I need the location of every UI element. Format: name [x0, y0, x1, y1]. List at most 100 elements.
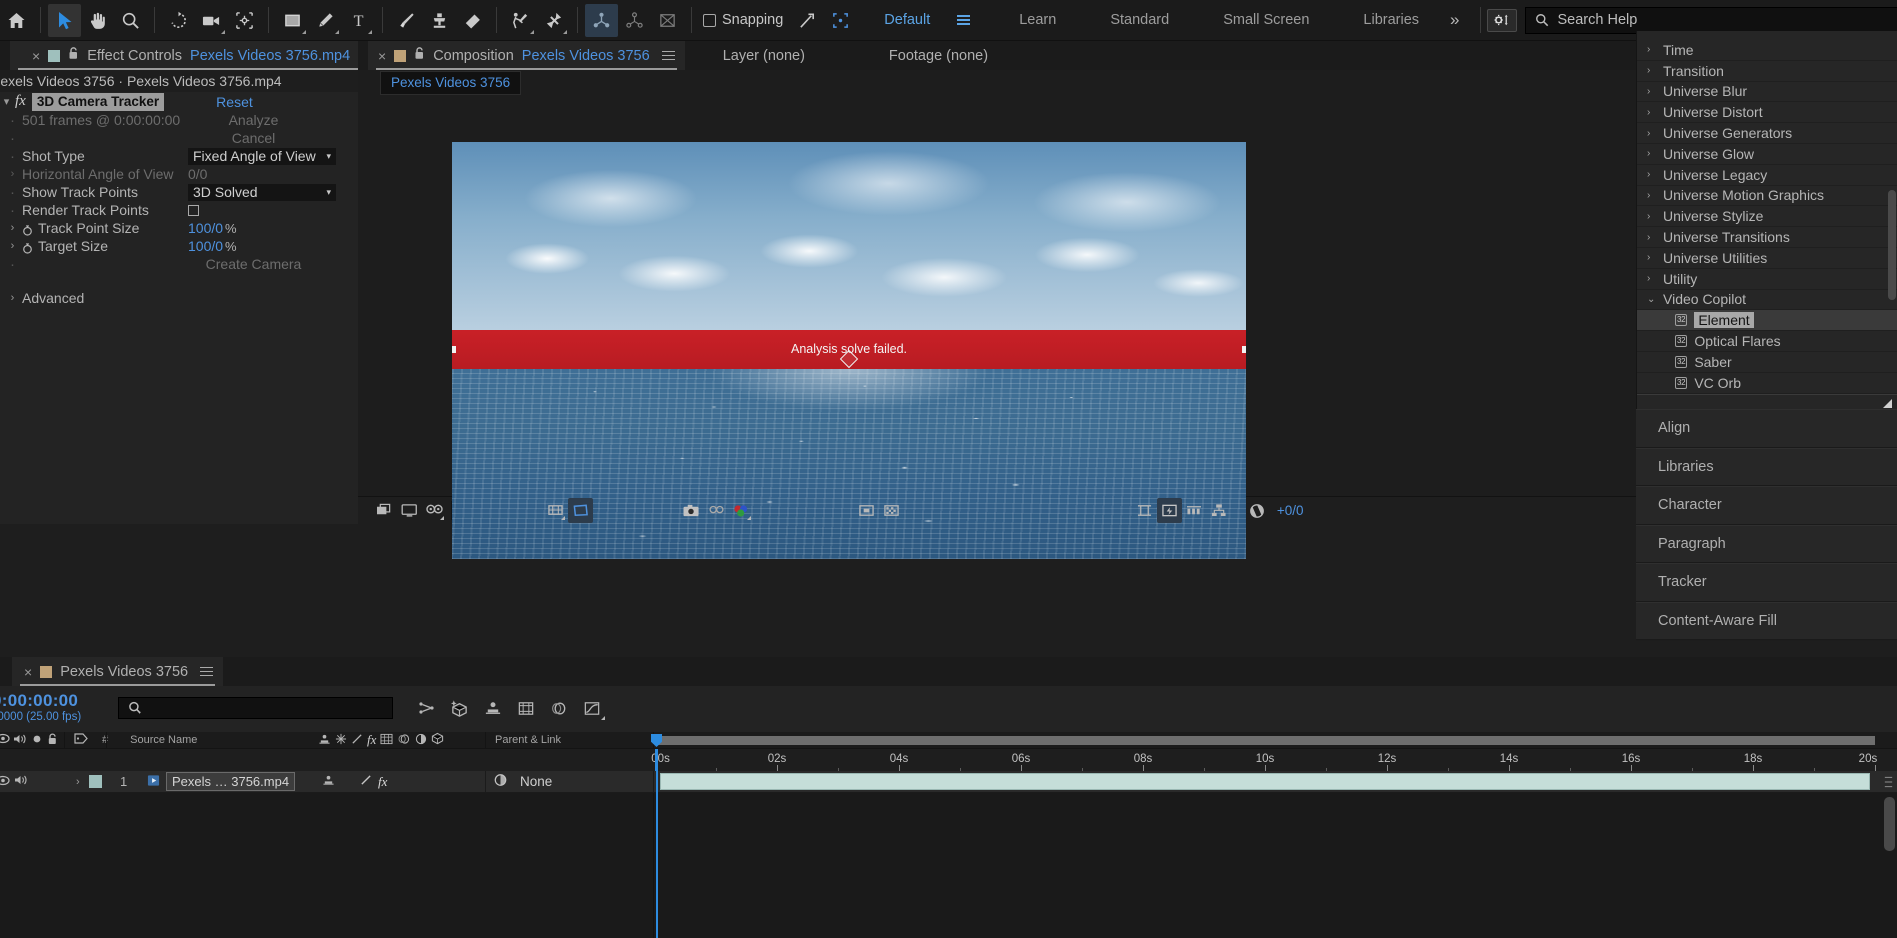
- panel-character[interactable]: Character: [1636, 486, 1897, 525]
- timeline-ruler-row[interactable]: 00s 02s 04s 06s 08s 10s 12s 14s 16s 18s 20s: [0, 749, 1897, 771]
- selection-tool-icon[interactable]: [48, 3, 81, 37]
- effects-tree-item-element[interactable]: 32 Element: [1637, 310, 1897, 332]
- parent-link-picker-icon[interactable]: [493, 773, 508, 790]
- panel-tracker[interactable]: Tracker: [1636, 563, 1897, 602]
- composition-mini-flowchart-icon[interactable]: [410, 694, 605, 723]
- effects-tree-item-universe-blur[interactable]: › Universe Blur: [1637, 82, 1897, 103]
- collapse-transform-icon[interactable]: [335, 733, 347, 748]
- row-target-size[interactable]: › Target Size 100/0 %: [0, 237, 358, 255]
- disclosure-triangle-icon[interactable]: ▾: [2, 95, 11, 108]
- row-advanced[interactable]: › Advanced: [0, 289, 358, 307]
- row-show-track-points[interactable]: · Show Track Points 3D Solved ▾: [0, 183, 358, 201]
- layer-audio-toggle[interactable]: [14, 774, 28, 789]
- enable-frame-blending-icon[interactable]: [509, 694, 542, 723]
- chevron-right-icon[interactable]: ›: [1647, 65, 1656, 76]
- snap-align-icon[interactable]: [791, 4, 824, 37]
- chevron-right-icon[interactable]: ›: [1647, 273, 1656, 284]
- pixel-aspect-correction-icon[interactable]: [1132, 498, 1157, 523]
- stopwatch-icon[interactable]: [22, 223, 33, 236]
- toggle-mask-visibility-icon[interactable]: [568, 498, 593, 523]
- layer-quality-switch[interactable]: [360, 774, 372, 789]
- toggle-multiple-views-icon[interactable]: [372, 498, 397, 523]
- row-horizontal-angle-of-view[interactable]: › Horizontal Angle of View 0/0: [0, 165, 358, 183]
- snap-bounds-icon[interactable]: [824, 4, 857, 37]
- disclosure-triangle-icon[interactable]: ›: [8, 222, 17, 234]
- effects-tree-item-universe-transitions[interactable]: › Universe Transitions: [1637, 227, 1897, 248]
- effects-tree-item-universe-glow[interactable]: › Universe Glow: [1637, 144, 1897, 165]
- search-help-field[interactable]: Search Help: [1524, 6, 1897, 34]
- exposure-icon[interactable]: [1245, 498, 1270, 523]
- layer-source-name[interactable]: Pexels … 3756.mp4: [166, 772, 296, 791]
- track-point-size-value[interactable]: 100/0: [188, 220, 223, 236]
- home-icon[interactable]: [0, 4, 33, 37]
- effects-tree-item-transition[interactable]: › Transition: [1637, 61, 1897, 82]
- lock-icon[interactable]: [47, 732, 58, 748]
- table-row[interactable]: › 1 Pexels … 3756.mp4 fx None: [0, 771, 1897, 793]
- 3d-glasses-icon[interactable]: [422, 498, 447, 523]
- speaker-icon[interactable]: [13, 733, 27, 748]
- effects-tree-item-utility[interactable]: › Utility: [1637, 269, 1897, 290]
- layer-shy-switch[interactable]: [322, 774, 335, 789]
- effects-tree-item-universe-legacy[interactable]: › Universe Legacy: [1637, 165, 1897, 186]
- composition-viewer[interactable]: Analysis solve failed.: [358, 96, 1636, 559]
- effects-tree-item-saber[interactable]: 32 Saber: [1637, 352, 1897, 373]
- analyze-button[interactable]: Analyze: [188, 112, 319, 128]
- layer-effects-switch[interactable]: fx: [378, 774, 387, 790]
- show-snapshot-icon[interactable]: [704, 498, 729, 523]
- tab-effect-controls[interactable]: × Effect Controls Pexels Videos 3756.mp4: [10, 41, 386, 70]
- timeline-body[interactable]: [0, 793, 1897, 938]
- current-time-display[interactable]: 0:00:00:00 00000 (25.00 fps): [0, 691, 81, 723]
- workspace-learn[interactable]: Learn: [992, 12, 1083, 28]
- solo-icon[interactable]: [32, 734, 42, 747]
- tab-footage[interactable]: Footage (none): [879, 41, 998, 70]
- tab-layer[interactable]: Layer (none): [713, 41, 815, 70]
- sync-settings-icon[interactable]: [1486, 8, 1517, 32]
- effects-search-strip[interactable]: [1637, 31, 1897, 40]
- motion-blur-icon[interactable]: [397, 733, 411, 748]
- brush-tool-icon[interactable]: [390, 4, 423, 37]
- row-cancel[interactable]: · Cancel: [0, 129, 358, 147]
- frame-blend-icon[interactable]: [380, 733, 393, 748]
- row-frames-analyze[interactable]: · 501 frames @ 0:00:00:00 Analyze: [0, 111, 358, 129]
- current-time-value[interactable]: 0:00:00:00: [0, 691, 81, 711]
- panel-resize-handle[interactable]: [1637, 393, 1897, 411]
- tab-timeline-comp[interactable]: × Pexels Videos 3756: [12, 657, 224, 686]
- workspace-small-screen[interactable]: Small Screen: [1196, 12, 1336, 28]
- horizontal-angle-value[interactable]: 0/0: [188, 166, 207, 182]
- layer-video-toggle[interactable]: [0, 774, 10, 789]
- chevron-right-icon[interactable]: ›: [1647, 211, 1656, 222]
- disclosure-triangle-icon[interactable]: ›: [8, 240, 17, 252]
- rotation-tool-icon[interactable]: [162, 4, 195, 37]
- camera-tool-icon[interactable]: [195, 4, 228, 37]
- chevron-right-icon[interactable]: ›: [1647, 128, 1656, 139]
- lock-icon[interactable]: [414, 47, 425, 64]
- layer-parent-value[interactable]: None: [520, 774, 552, 789]
- tab-composition[interactable]: × Composition Pexels Videos 3756: [368, 41, 685, 70]
- zoom-tool-icon[interactable]: [114, 4, 147, 37]
- effects-panel-scrollbar[interactable]: [1888, 190, 1896, 300]
- effects-tree-item-optical-flares[interactable]: 32 Optical Flares: [1637, 331, 1897, 352]
- timeline-ruler[interactable]: 00s 02s 04s 06s 08s 10s 12s 14s 16s 18s 20s: [651, 749, 1877, 771]
- puppet-position-pin-icon[interactable]: [585, 3, 618, 37]
- show-channel-icon[interactable]: [729, 498, 754, 523]
- eye-icon[interactable]: [0, 733, 10, 747]
- adjustment-layer-icon[interactable]: [415, 733, 427, 748]
- hand-tool-icon[interactable]: [81, 4, 114, 37]
- playhead-line[interactable]: [656, 771, 658, 793]
- create-camera-button[interactable]: Create Camera: [188, 256, 319, 272]
- render-track-points-checkbox[interactable]: [188, 204, 199, 216]
- snapping-toggle[interactable]: Snapping: [703, 12, 783, 28]
- toggle-viewer-quality-icon[interactable]: [397, 498, 422, 523]
- panel-align[interactable]: Align: [1636, 409, 1897, 448]
- chevron-down-icon[interactable]: ⌄: [1647, 294, 1656, 305]
- layer-label-color[interactable]: [89, 775, 102, 788]
- panel-menu-icon[interactable]: [661, 50, 675, 61]
- snapping-checkbox[interactable]: [703, 13, 716, 27]
- playhead-line[interactable]: [656, 793, 658, 938]
- chevron-right-icon[interactable]: ›: [1647, 86, 1656, 97]
- disclosure-triangle-icon[interactable]: ›: [8, 292, 17, 304]
- type-tool-icon[interactable]: T: [342, 4, 375, 37]
- workspace-menu-icon[interactable]: [957, 15, 971, 25]
- chevron-right-icon[interactable]: ›: [1647, 252, 1656, 263]
- choose-grid-guide-icon[interactable]: [543, 498, 568, 523]
